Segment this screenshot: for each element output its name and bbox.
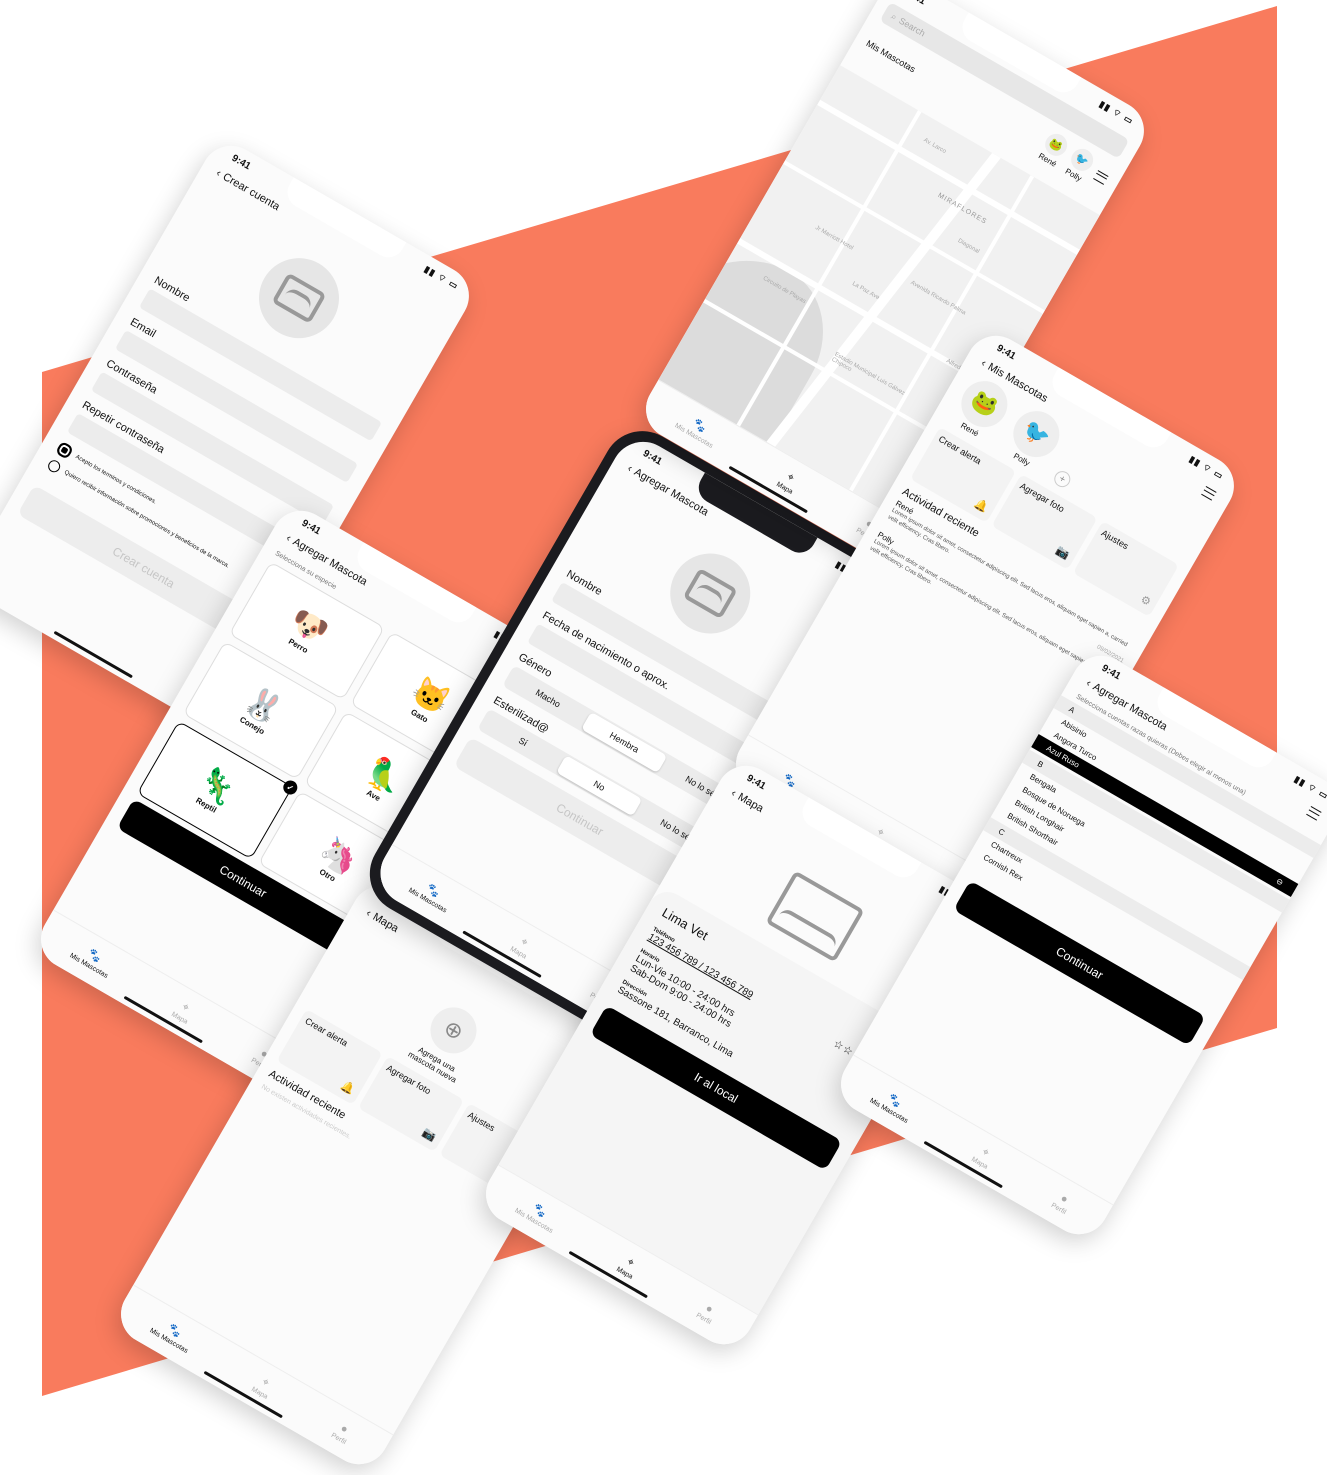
map-pin-icon: ⌖ [979,1145,992,1160]
plus-icon: ⊕ [439,1014,468,1046]
user-icon: ● [1058,1191,1071,1206]
tab-mapa[interactable]: ⌖Mapa [615,1253,641,1281]
pet-chip-polly[interactable]: 🐦 Polly [1062,144,1098,185]
tab-mis-mascotas[interactable]: 🐾Mis Mascotas [673,409,721,450]
camera-icon: 📷 [420,1126,438,1144]
tab-mis-mascotas[interactable]: 🐾Mis Mascotas [148,1314,196,1355]
search-icon: ⌕ [889,10,900,22]
map-pin-icon: ⌖ [259,1375,272,1390]
map-pin-icon: ⌖ [784,470,797,485]
tab-mis-mascotas[interactable]: 🐾Mis Mascotas [68,939,116,980]
tab-mis-mascotas[interactable]: 🐾Mis Mascotas [868,1084,916,1125]
tab-perfil[interactable]: ●Perfil [330,1420,354,1446]
tab-mapa[interactable]: ⌖Mapa [775,468,801,496]
status-time: 9:41 [744,772,768,792]
gear-icon: ⚙ [1138,593,1153,609]
map-pin-icon: ⌖ [179,1000,192,1015]
camera-icon: 📷 [1053,544,1072,562]
image-icon [765,870,865,963]
add-pet-button[interactable]: + [1051,468,1074,491]
street-label: Diagonal [956,238,981,256]
card-label: Ajustes [466,1109,497,1134]
bell-icon: 🔔 [338,1079,357,1097]
user-icon: ● [703,1301,716,1316]
tab-mapa[interactable]: ⌖Mapa [250,1373,276,1401]
image-icon [682,567,738,620]
promo-radio[interactable] [45,458,63,475]
menu-icon[interactable] [1093,169,1109,185]
street-label: La Paz Ave [851,280,881,302]
street-label: Av. Larco [922,137,947,156]
map-pin-icon: ⌖ [624,1255,637,1270]
tab-mapa[interactable]: ⌖Mapa [170,998,196,1026]
screen-title: Mapa [735,790,766,816]
terms-radio[interactable] [54,440,75,460]
tab-mapa[interactable]: ⌖Mapa [509,933,535,961]
tab-mapa[interactable]: ⌖Mapa [970,1143,996,1171]
bell-icon: 🔔 [972,497,991,515]
tab-perfil[interactable]: ●Perfil [695,1300,719,1326]
street-label: Avenida Ricardo Palma [909,280,967,317]
tab-perfil[interactable]: ●Perfil [1050,1190,1074,1216]
image-icon [271,272,327,324]
map-pin-icon: ⌖ [518,935,531,950]
user-icon: ● [338,1421,351,1436]
remove-icon: ⊖ [1274,876,1285,888]
tab-mis-mascotas[interactable]: 🐾Mis Mascotas [407,874,455,914]
tab-mis-mascotas[interactable]: 🐾Mis Mascotas [513,1194,561,1235]
card-label: Ajustes [1099,527,1131,552]
mis-mascotas-label: Mis Mascotas [864,37,918,74]
